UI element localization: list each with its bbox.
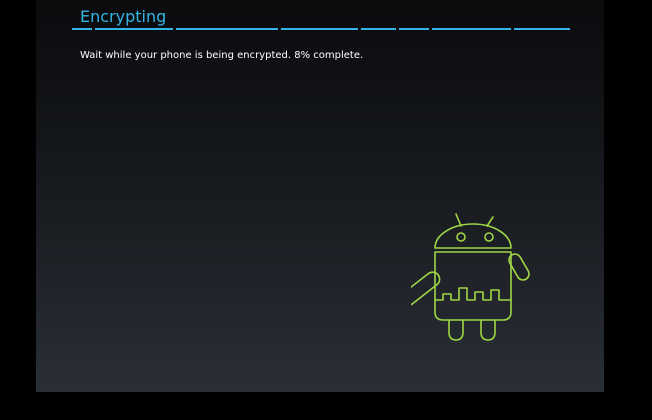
device-frame: Encrypting Wait while your phone is bein… — [0, 0, 652, 420]
encryption-screen: Encrypting Wait while your phone is bein… — [36, 0, 604, 392]
android-robot-icon — [411, 208, 531, 348]
title-divider — [72, 28, 570, 31]
page-title: Encrypting — [80, 7, 167, 26]
encryption-status-text: Wait while your phone is being encrypted… — [80, 50, 364, 61]
